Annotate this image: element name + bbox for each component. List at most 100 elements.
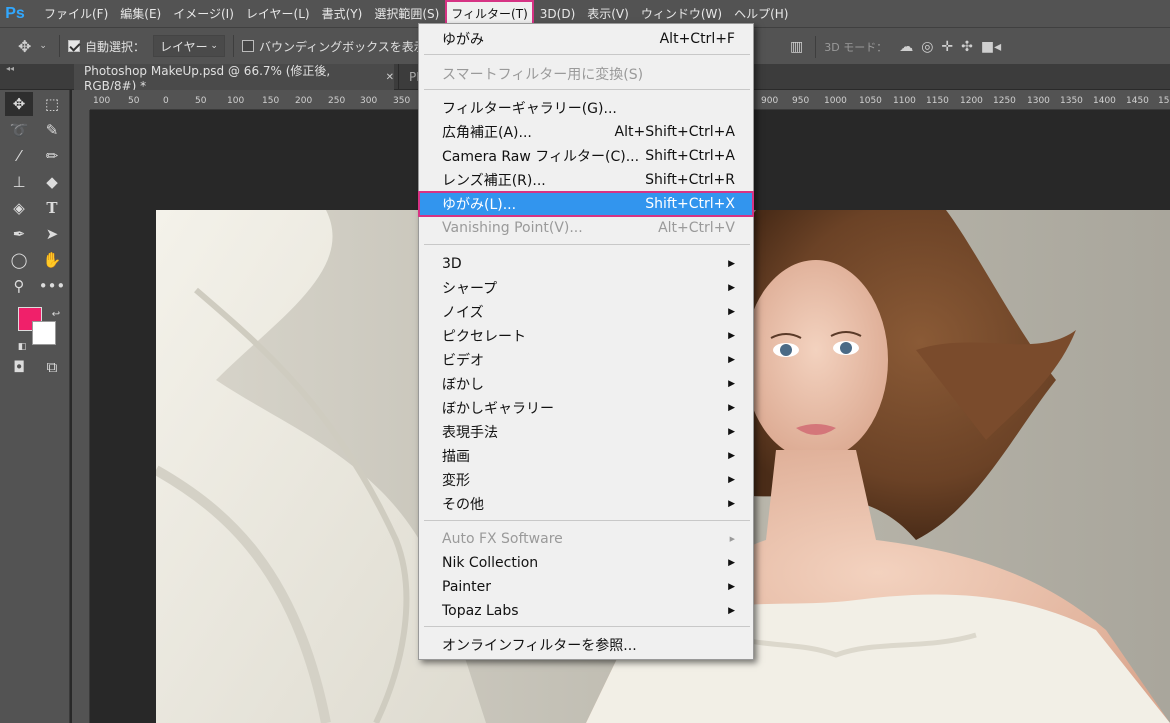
menu-item-stylize[interactable]: 表現手法 ▶ bbox=[419, 420, 753, 444]
menu-item-liquify[interactable]: ゆがみ(L)... Shift+Ctrl+X bbox=[418, 191, 754, 217]
zoom-tool-icon[interactable]: ⚲ bbox=[5, 274, 33, 298]
menu-separator bbox=[424, 244, 750, 245]
eyedropper-tool-icon[interactable]: ⁄ bbox=[5, 144, 33, 168]
menu-item-blur-gallery[interactable]: ぼかしギャラリー ▶ bbox=[419, 396, 753, 420]
ruler-label: 900 bbox=[761, 96, 779, 106]
distribute-icon[interactable]: ▥ bbox=[790, 39, 803, 55]
submenu-arrow-icon: ▶ bbox=[728, 475, 735, 485]
swap-colors-icon[interactable]: ↩ bbox=[42, 302, 70, 326]
more-tools-icon[interactable]: ••• bbox=[38, 274, 66, 298]
ruler-label: 1200 bbox=[960, 96, 983, 106]
menu-item-camera-raw[interactable]: Camera Raw フィルター(C)... Shift+Ctrl+A bbox=[419, 144, 753, 168]
photoshop-logo: Ps bbox=[5, 4, 25, 22]
ellipse-tool-icon[interactable]: ◯ bbox=[5, 248, 33, 272]
3d-roll-icon[interactable]: ◎ bbox=[921, 39, 933, 55]
menu-edit[interactable]: 編集(E) bbox=[114, 0, 167, 27]
pen-tool-icon[interactable]: ✒ bbox=[5, 222, 33, 246]
menu-item-nik-collection[interactable]: Nik Collection ▶ bbox=[419, 551, 753, 575]
menu-image[interactable]: イメージ(I) bbox=[167, 0, 240, 27]
ruler-label: 1250 bbox=[993, 96, 1016, 106]
brush-tool-icon[interactable]: ✏ bbox=[38, 144, 66, 168]
move-tool-icon[interactable]: ✥ bbox=[18, 37, 31, 56]
stamp-tool-icon[interactable]: ⊥ bbox=[5, 170, 33, 194]
menu-item-distort[interactable]: 変形 ▶ bbox=[419, 468, 753, 492]
divider bbox=[232, 35, 234, 57]
menu-item-video[interactable]: ビデオ ▶ bbox=[419, 348, 753, 372]
filter-menu-dropdown: ゆがみ Alt+Ctrl+F スマートフィルター用に変換(S) フィルターギャラリ… bbox=[418, 23, 754, 660]
ruler-label: 950 bbox=[792, 96, 810, 106]
ruler-label: 1500 bbox=[1158, 96, 1170, 106]
chevron-down-icon[interactable]: ⌄ bbox=[39, 41, 47, 51]
tools-panel: ✥ ⬚ ➰ ✎ ⁄ ✏ ⊥ ◆ ◈ T ✒ ➤ ◯ ✋ ⚲ ••• ↩ ◧ ◘ … bbox=[0, 90, 70, 723]
type-tool-icon[interactable]: T bbox=[38, 196, 66, 220]
menu-separator bbox=[424, 54, 750, 55]
submenu-arrow-icon: ▶ bbox=[728, 403, 735, 413]
3d-drag-icon[interactable]: ✛ bbox=[941, 39, 953, 55]
auto-select-checkbox[interactable] bbox=[67, 40, 80, 52]
move-tool-icon[interactable]: ✥ bbox=[5, 92, 33, 116]
3d-scale-icon[interactable]: ■◂ bbox=[981, 39, 1001, 55]
ruler-corner bbox=[72, 90, 90, 110]
ruler-label: 200 bbox=[295, 96, 313, 106]
submenu-arrow-icon: ▶ bbox=[728, 606, 735, 616]
submenu-arrow-icon: ▶ bbox=[728, 499, 735, 509]
ruler-label: 50 bbox=[128, 96, 140, 106]
ruler-label: 0 bbox=[163, 96, 169, 106]
ruler-label: 1100 bbox=[893, 96, 916, 106]
hand-tool-icon[interactable]: ✋ bbox=[38, 248, 66, 272]
menu-item-blur[interactable]: ぼかし ▶ bbox=[419, 372, 753, 396]
menu-separator bbox=[424, 626, 750, 627]
menu-item-vanishing-point[interactable]: Vanishing Point(V)... Alt+Ctrl+V bbox=[419, 216, 753, 240]
menu-item-render[interactable]: 描画 ▶ bbox=[419, 444, 753, 468]
collapse-panel-icon[interactable]: ◂◂ bbox=[6, 64, 14, 73]
3d-orbit-icon[interactable]: ☁ bbox=[899, 39, 913, 55]
menu-item-topaz-labs[interactable]: Topaz Labs ▶ bbox=[419, 599, 753, 623]
submenu-arrow-icon: ▶ bbox=[728, 259, 735, 269]
ruler-label: 150 bbox=[262, 96, 280, 106]
menu-item-convert-smart-filters[interactable]: スマートフィルター用に変換(S) bbox=[419, 62, 753, 86]
menu-item-painter[interactable]: Painter ▶ bbox=[419, 575, 753, 599]
submenu-arrow-icon: ▶ bbox=[728, 558, 735, 568]
close-icon[interactable]: ✕ bbox=[386, 72, 394, 83]
menu-item-auto-fx[interactable]: Auto FX Software ▶ bbox=[419, 527, 753, 551]
menu-item-other[interactable]: その他 ▶ bbox=[419, 492, 753, 516]
menu-type[interactable]: 書式(Y) bbox=[316, 0, 369, 27]
bounding-box-checkbox[interactable] bbox=[241, 40, 254, 52]
ruler-label: 1000 bbox=[824, 96, 847, 106]
menu-item-3d[interactable]: 3D ▶ bbox=[419, 252, 753, 276]
paint-bucket-tool-icon[interactable]: ◈ bbox=[5, 196, 33, 220]
quick-select-tool-icon[interactable]: ✎ bbox=[38, 118, 66, 142]
ruler-label: 1400 bbox=[1093, 96, 1116, 106]
ruler-label: 1350 bbox=[1060, 96, 1083, 106]
menu-item-pixelate[interactable]: ピクセレート ▶ bbox=[419, 324, 753, 348]
menu-item-lens-correction[interactable]: レンズ補正(R)... Shift+Ctrl+R bbox=[419, 168, 753, 192]
screen-mode-icon[interactable]: ⧉ bbox=[38, 355, 66, 379]
menu-item-filter-gallery[interactable]: フィルターギャラリー(G)... bbox=[419, 96, 753, 120]
menu-layer[interactable]: レイヤー(L) bbox=[240, 0, 316, 27]
lasso-tool-icon[interactable]: ➰ bbox=[5, 118, 33, 142]
chevron-down-icon: ⌄ bbox=[210, 41, 218, 51]
auto-select-target-select[interactable]: レイヤー ⌄ bbox=[152, 35, 225, 57]
divider bbox=[815, 36, 817, 58]
menu-item-browse-online-filters[interactable]: オンラインフィルターを参照... bbox=[419, 633, 753, 657]
submenu-arrow-icon: ▶ bbox=[728, 582, 735, 592]
vertical-ruler[interactable] bbox=[72, 110, 90, 723]
ruler-label: 1450 bbox=[1126, 96, 1149, 106]
menu-item-liquify-last[interactable]: ゆがみ Alt+Ctrl+F bbox=[419, 27, 753, 51]
menu-item-adaptive-wide-angle[interactable]: 広角補正(A)... Alt+Shift+Ctrl+A bbox=[419, 120, 753, 144]
ruler-label: 300 bbox=[360, 96, 378, 106]
menu-item-sharpen[interactable]: シャープ ▶ bbox=[419, 276, 753, 300]
document-tab-title: Photoshop MakeUp.psd @ 66.7% (修正後, RGB/8… bbox=[84, 63, 331, 93]
3d-slide-icon[interactable]: ✣ bbox=[961, 39, 973, 55]
menu-item-noise[interactable]: ノイズ ▶ bbox=[419, 300, 753, 324]
ruler-label: 50 bbox=[195, 96, 207, 106]
menu-file[interactable]: ファイル(F) bbox=[30, 0, 114, 27]
quick-mask-icon[interactable]: ◘ bbox=[5, 355, 33, 379]
ruler-label: 350 bbox=[393, 96, 411, 106]
eraser-tool-icon[interactable]: ◆ bbox=[38, 170, 66, 194]
path-select-tool-icon[interactable]: ➤ bbox=[38, 222, 66, 246]
marquee-tool-icon[interactable]: ⬚ bbox=[38, 92, 66, 116]
ruler-label: 100 bbox=[227, 96, 245, 106]
menu-separator bbox=[424, 520, 750, 521]
document-tab-active[interactable]: Photoshop MakeUp.psd @ 66.7% (修正後, RGB/8… bbox=[74, 63, 394, 93]
